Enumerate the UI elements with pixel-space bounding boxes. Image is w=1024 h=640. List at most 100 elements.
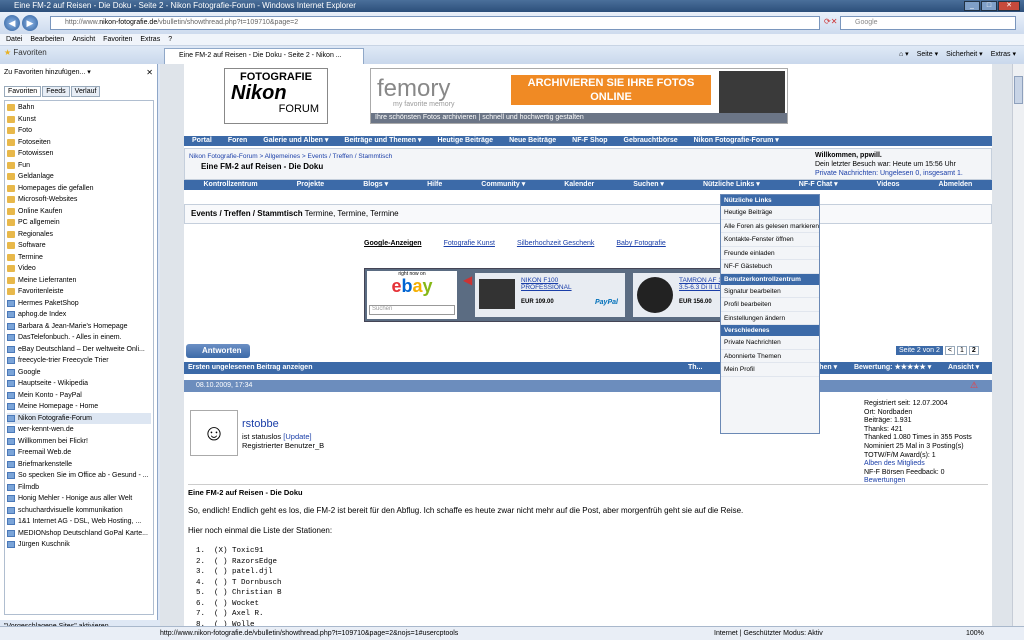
back-button[interactable]: ◀ — [4, 15, 20, 31]
favorite-item[interactable]: Online Kaufen — [7, 206, 151, 218]
ad-link[interactable]: Silberhochzeit Geschenk — [517, 240, 594, 247]
favorite-item[interactable]: Bahn — [7, 102, 151, 114]
refresh-stop-icon[interactable]: ⟳✕ — [824, 17, 837, 26]
favorite-item[interactable]: Fotoseiten — [7, 137, 151, 149]
dropdown-item[interactable]: Profil bearbeiten — [721, 298, 819, 312]
tab-active[interactable]: Eine FM-2 auf Reisen - Die Doku - Seite … — [164, 48, 364, 64]
main-nav-item[interactable]: Neue Beiträge — [501, 136, 564, 146]
stat-line[interactable]: Alben des Mitglieds — [864, 460, 972, 469]
menu-datei[interactable]: Datei — [6, 34, 22, 45]
favorite-item[interactable]: Jürgen Kuschnik — [7, 539, 151, 551]
ebay-search-input[interactable]: Suchen — [369, 305, 455, 315]
favorite-item[interactable]: Google — [7, 367, 151, 379]
dropdown-item[interactable]: Abonnierte Themen — [721, 350, 819, 363]
favorite-item[interactable]: Geldanlage — [7, 171, 151, 183]
favorite-item[interactable]: Meine Homepage - Home — [7, 401, 151, 413]
user-nav-item[interactable]: Videos — [877, 180, 900, 190]
favorite-item[interactable]: Fun — [7, 160, 151, 172]
menu-bearbeiten[interactable]: Bearbeiten — [30, 34, 64, 45]
dropdown-item[interactable]: Alle Foren als gelesen markieren — [721, 220, 819, 233]
femory-banner[interactable]: femory my favorite memory ARCHIVIEREN SI… — [370, 68, 788, 124]
favorite-item[interactable]: Barbara & Jean-Marie's Homepage — [7, 321, 151, 333]
main-nav-item[interactable]: Nikon Fotografie-Forum ▾ — [686, 136, 787, 146]
dropdown-item[interactable]: Freunde einladen — [721, 247, 819, 260]
user-nav-item[interactable]: Community ▾ — [481, 180, 525, 190]
avatar[interactable]: ☺ — [190, 410, 238, 456]
main-nav-item[interactable]: Beiträge und Themen ▾ — [336, 136, 429, 146]
favorite-item[interactable]: wer-kennt-wen.de — [7, 424, 151, 436]
favorite-item[interactable]: Favoritenleiste — [7, 286, 151, 298]
favorite-item[interactable]: Microsoft-Websites — [7, 194, 151, 206]
prev-arrow-icon[interactable]: ◀ — [463, 273, 472, 287]
update-status-link[interactable]: [Update] — [283, 432, 311, 441]
favorite-item[interactable]: 1&1 Internet AG - DSL, Web Hosting, ... — [7, 516, 151, 528]
favorite-item[interactable]: Regionales — [7, 229, 151, 241]
minimize-button[interactable]: _ — [964, 1, 980, 11]
tab-favoriten[interactable]: Favoriten — [4, 86, 42, 97]
favorite-item[interactable]: eBay Deutschland – Der weltweite Onli... — [7, 344, 151, 356]
tool-seite[interactable]: Seite ▾ — [917, 50, 938, 58]
menu-help[interactable]: ? — [168, 34, 172, 45]
favorite-item[interactable]: freecycle-trier Freecycle Trier — [7, 355, 151, 367]
tool-extras[interactable]: Extras ▾ — [991, 50, 1016, 58]
search-input[interactable]: Google — [840, 16, 1016, 30]
author-name[interactable]: rstobbe — [242, 418, 279, 430]
favorite-item[interactable]: PC allgemein — [7, 217, 151, 229]
main-nav-item[interactable]: Galerie und Alben ▾ — [255, 136, 336, 146]
favorite-item[interactable]: Homepages die gefallen — [7, 183, 151, 195]
favorite-item[interactable]: aphog.de Index — [7, 309, 151, 321]
favorite-item[interactable]: Freemail Web.de — [7, 447, 151, 459]
user-nav-item[interactable]: Suchen ▾ — [633, 180, 664, 190]
favorite-item[interactable]: Meine Lieferranten — [7, 275, 151, 287]
favorites-button[interactable]: ★ Favoriten — [4, 48, 47, 57]
menu-extras[interactable]: Extras — [140, 34, 160, 45]
favorite-item[interactable]: Honig Mehler - Honige aus aller Welt — [7, 493, 151, 505]
dropdown-item[interactable]: Heutige Beiträge — [721, 206, 819, 220]
favorite-item[interactable]: So specken Sie im Office ab - Gesund - .… — [7, 470, 151, 482]
nikon-forum-logo[interactable]: FOTOGRAFIE Nikon FORUM — [224, 68, 328, 124]
zoom-level[interactable]: 100% — [966, 627, 984, 640]
dropdown-item[interactable]: Mein Profil — [721, 363, 819, 377]
user-nav-item[interactable]: Nützliche Links ▾ — [703, 180, 760, 190]
favorite-item[interactable]: Termine — [7, 252, 151, 264]
tab-verlauf[interactable]: Verlauf — [70, 86, 101, 97]
main-nav-item[interactable]: Portal — [184, 136, 220, 146]
user-nav-item[interactable]: Kontrollzentrum — [204, 180, 258, 190]
main-nav-item[interactable]: NF-F Shop — [564, 136, 615, 146]
page-scrollbar[interactable] — [1012, 64, 1024, 626]
user-nav-item[interactable]: Projekte — [297, 180, 325, 190]
favorite-item[interactable]: Filmdb — [7, 482, 151, 494]
favorite-item[interactable]: Hauptseite - Wikipedia — [7, 378, 151, 390]
favorite-item[interactable]: Fotowissen — [7, 148, 151, 160]
user-nav-item[interactable]: Blogs ▾ — [363, 180, 388, 190]
favorite-item[interactable]: Kunst — [7, 114, 151, 126]
ad-link[interactable]: Baby Fotografie — [616, 240, 665, 247]
main-nav-item[interactable]: Heutige Beiträge — [429, 136, 501, 146]
favorite-item[interactable]: schuchardvisuelle kommunikation — [7, 505, 151, 517]
ebay-item[interactable]: NIKON F100 PROFESSIONAL EUR 109.00 PayPa… — [475, 273, 625, 317]
user-nav-item[interactable]: Kalender — [564, 180, 594, 190]
tab-feeds[interactable]: Feeds — [42, 86, 70, 97]
dropdown-item[interactable]: Kontakte-Fenster öffnen — [721, 233, 819, 247]
add-favorite-button[interactable]: Zu Favoriten hinzufügen... ▾ — [4, 68, 91, 76]
tool-sicherheit[interactable]: Sicherheit ▾ — [946, 50, 983, 58]
breadcrumb[interactable]: Nikon Fotografie-Forum > Allgemeines > E… — [189, 153, 392, 160]
favorite-item[interactable]: Willkommen bei Flickr! — [7, 436, 151, 448]
forward-button[interactable]: ▶ — [22, 15, 38, 31]
user-nav-item[interactable]: Hilfe — [427, 180, 442, 190]
close-icon[interactable]: ✕ — [146, 68, 153, 77]
favorite-item[interactable]: Software — [7, 240, 151, 252]
favorite-item[interactable]: Nikon Fotografie-Forum — [7, 412, 151, 424]
home-icon[interactable]: ⌂ ▾ — [899, 50, 909, 58]
user-nav-item[interactable]: NF-F Chat ▾ — [799, 180, 838, 190]
menu-ansicht[interactable]: Ansicht — [72, 34, 95, 45]
dropdown-item[interactable]: NF-F Gästebuch — [721, 260, 819, 274]
favorite-item[interactable]: Hermes PaketShop — [7, 298, 151, 310]
menu-favoriten[interactable]: Favoriten — [103, 34, 132, 45]
favorite-item[interactable]: Foto — [7, 125, 151, 137]
maximize-button[interactable]: □ — [981, 1, 997, 11]
favorite-item[interactable]: MEDIONshop Deutschland GoPal Karte... — [7, 528, 151, 540]
dropdown-item[interactable]: Signatur bearbeiten — [721, 285, 819, 298]
warning-icon[interactable]: ⚠ — [970, 380, 978, 391]
address-input[interactable]: http://www.nikon-fotografie.de/vbulletin… — [50, 16, 820, 30]
